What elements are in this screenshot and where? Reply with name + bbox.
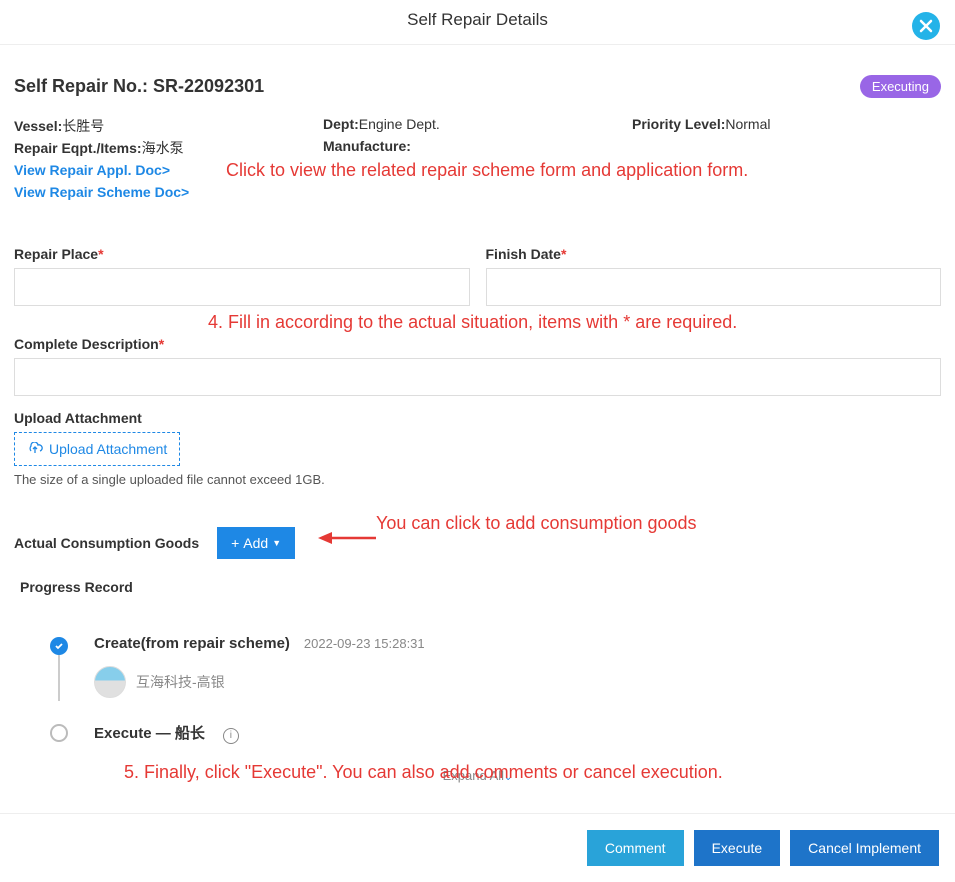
- step-create-title: Create(from repair scheme): [94, 635, 290, 652]
- execute-button[interactable]: Execute: [694, 830, 781, 866]
- priority-value: Normal: [725, 116, 770, 132]
- timeline-step-execute: Execute — 船长 i: [50, 722, 941, 744]
- step-create-user: 互海科技-高银: [136, 672, 225, 692]
- repair-place-input[interactable]: [14, 268, 470, 306]
- upload-attachment-label: Upload Attachment: [14, 410, 941, 426]
- finish-date-label: Finish Date*: [486, 246, 942, 262]
- cloud-upload-icon: [27, 442, 43, 456]
- close-icon: [919, 19, 933, 33]
- complete-desc-input[interactable]: [14, 358, 941, 396]
- view-repair-appl-link[interactable]: View Repair Appl. Doc>: [14, 162, 170, 178]
- circle-icon: [50, 724, 68, 742]
- repair-place-label: Repair Place*: [14, 246, 470, 262]
- annotation-2: 4. Fill in according to the actual situa…: [208, 312, 737, 333]
- vessel-value: 长胜号: [62, 118, 104, 134]
- dept-label: Dept:: [323, 116, 359, 132]
- arrow-annotation-icon: [316, 523, 378, 553]
- check-circle-icon: [50, 637, 68, 655]
- view-repair-scheme-link[interactable]: View Repair Scheme Doc>: [14, 184, 189, 200]
- caret-down-icon: ▼: [272, 538, 281, 548]
- annotation-4: 5. Finally, click "Execute". You can als…: [124, 762, 723, 783]
- step-create-time: 2022-09-23 15:28:31: [304, 636, 425, 651]
- priority-label: Priority Level:: [632, 116, 725, 132]
- annotation-1: Click to view the related repair scheme …: [226, 160, 748, 181]
- close-button[interactable]: [912, 12, 940, 40]
- add-goods-button[interactable]: + Add ▼: [217, 527, 295, 559]
- finish-date-input[interactable]: [486, 268, 942, 306]
- status-badge: Executing: [860, 75, 941, 98]
- annotation-3: You can click to add consumption goods: [376, 513, 697, 534]
- timeline-connector: [58, 655, 60, 701]
- progress-record-title: Progress Record: [14, 579, 941, 595]
- dept-value: Engine Dept.: [359, 116, 440, 132]
- comment-button[interactable]: Comment: [587, 830, 684, 866]
- step-execute-title: Execute — 船长: [94, 722, 205, 743]
- repair-number-title: Self Repair No.: SR-22092301: [14, 76, 264, 97]
- info-icon[interactable]: i: [223, 728, 239, 744]
- eqpt-label: Repair Eqpt./Items:: [14, 140, 142, 156]
- eqpt-value: 海水泵: [142, 140, 184, 156]
- manufacture-label: Manufacture:: [323, 138, 411, 154]
- consumption-goods-label: Actual Consumption Goods: [14, 535, 199, 551]
- timeline-step-create: Create(from repair scheme) 2022-09-23 15…: [50, 635, 941, 698]
- complete-desc-label: Complete Description*: [14, 336, 941, 352]
- upload-hint: The size of a single uploaded file canno…: [14, 472, 941, 487]
- page-title: Self Repair Details: [407, 10, 548, 29]
- upload-attachment-button[interactable]: Upload Attachment: [14, 432, 180, 466]
- vessel-label: Vessel:: [14, 118, 62, 134]
- avatar: [94, 666, 126, 698]
- cancel-implement-button[interactable]: Cancel Implement: [790, 830, 939, 866]
- plus-icon: +: [231, 535, 239, 551]
